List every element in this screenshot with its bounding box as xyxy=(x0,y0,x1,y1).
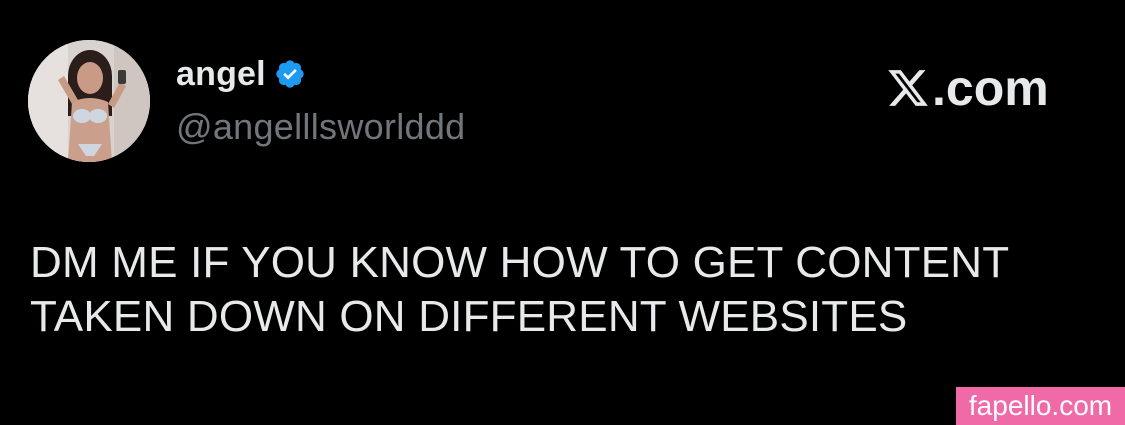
display-name[interactable]: angel xyxy=(176,55,266,94)
brand-logo: .com xyxy=(886,58,1049,118)
profile-photo xyxy=(28,40,150,162)
avatar[interactable] xyxy=(28,40,150,162)
name-row: angel xyxy=(176,54,306,94)
tweet-card: angel @angelllsworlddd .com DM ME IF YOU… xyxy=(0,0,1125,425)
x-logo-icon xyxy=(886,66,930,110)
tweet-text: DM ME IF YOU KNOW HOW TO GET CONTENT TAK… xyxy=(30,236,1090,344)
watermark-text: fapello.com xyxy=(968,390,1113,421)
watermark: fapello.com xyxy=(956,387,1125,425)
tweet-line: DM ME IF YOU KNOW HOW TO GET CONTENT xyxy=(30,238,1010,287)
brand-suffix: .com xyxy=(932,60,1049,116)
tweet-line: TAKEN DOWN ON DIFFERENT WEBSITES xyxy=(30,292,908,341)
verified-badge-icon xyxy=(274,58,306,90)
handle[interactable]: @angelllsworlddd xyxy=(176,106,466,148)
